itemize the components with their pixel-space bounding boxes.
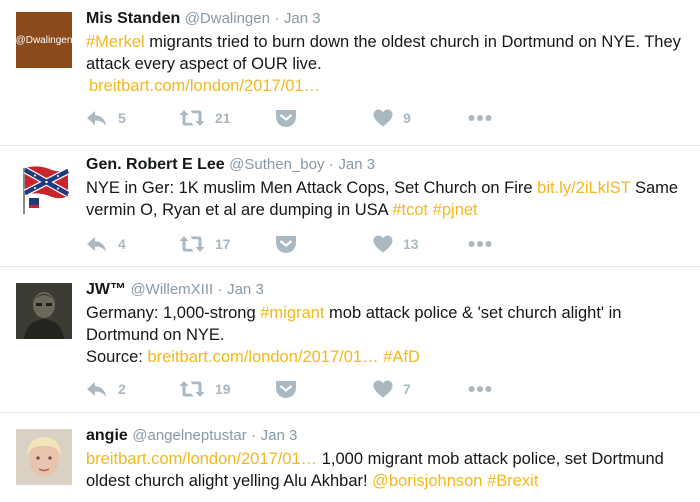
reply-count: 2 [118, 381, 126, 397]
tweet-header: angie @angelneptustar · Jan 3 [86, 425, 692, 447]
profile-photo-image [16, 283, 72, 339]
display-name[interactable]: JW™ [86, 281, 126, 298]
reply-icon [87, 237, 106, 252]
like-count: 13 [403, 236, 419, 252]
retweet-count: 19 [215, 381, 231, 397]
like-count: 7 [403, 381, 411, 397]
tweet-text: #Merkel migrants tried to burn down the … [86, 31, 692, 97]
reply-button[interactable]: 4 [86, 232, 126, 256]
user-handle[interactable]: @Suthen_boy [229, 156, 324, 173]
avatar[interactable] [16, 160, 72, 216]
avatar[interactable]: @Dwalingen [16, 12, 72, 68]
user-handle[interactable]: @angelneptustar [132, 427, 246, 444]
timestamp[interactable]: Jan 3 [338, 156, 375, 173]
tweet[interactable]: Gen. Robert E Lee @Suthen_boy · Jan 3 NY… [0, 146, 700, 267]
direct-message-icon [276, 381, 296, 398]
like-button[interactable]: 7 [373, 377, 411, 401]
display-name[interactable]: angie [86, 427, 128, 444]
like-button[interactable]: 9 [373, 106, 411, 130]
hashtag[interactable]: #AfD [383, 348, 420, 366]
reply-icon [87, 382, 106, 397]
like-count: 9 [403, 110, 411, 126]
display-name[interactable]: Mis Standen [86, 10, 180, 27]
retweet-icon [179, 381, 205, 397]
confederate-flag-image [23, 166, 70, 214]
retweet-icon [179, 236, 205, 252]
hashtag[interactable]: #Brexit [487, 472, 538, 490]
display-name[interactable]: Gen. Robert E Lee [86, 156, 225, 173]
mention[interactable]: @borisjohnson [372, 472, 482, 490]
avatar[interactable] [16, 283, 72, 339]
more-button[interactable] [468, 377, 492, 401]
dm-button[interactable] [274, 377, 298, 401]
direct-message-icon [276, 236, 296, 253]
avatar-text: @Dwalingen [16, 12, 72, 68]
tweet-actions: 2 19 7 [86, 377, 546, 401]
tweet[interactable]: angie @angelneptustar · Jan 3 breitbart.… [0, 413, 700, 502]
tweet-header: JW™ @WillemXIII · Jan 3 [86, 279, 692, 301]
reply-button[interactable]: 2 [86, 377, 126, 401]
tweet-text: NYE in Ger: 1K muslim Men Attack Cops, S… [86, 177, 692, 221]
more-icon [468, 241, 492, 247]
retweet-button[interactable]: 17 [179, 232, 231, 256]
text-segment: NYE in Ger: 1K muslim Men Attack Cops, S… [86, 179, 538, 197]
tweet-feed: @Dwalingen Mis Standen @Dwalingen · Jan … [0, 0, 700, 502]
separator-dot: · [217, 281, 223, 298]
more-icon [468, 115, 492, 121]
text-segment: Germany: 1,000-strong [86, 304, 261, 322]
profile-photo-image [16, 429, 72, 485]
hashtag[interactable]: #pjnet [433, 201, 478, 219]
heart-icon [373, 235, 393, 253]
reply-button[interactable]: 5 [86, 106, 126, 130]
user-handle[interactable]: @WillemXIII [130, 281, 213, 298]
tweet-actions: 5 21 9 [86, 106, 546, 130]
timestamp[interactable]: Jan 3 [284, 10, 321, 27]
tweet-link[interactable]: breitbart.com/london/2017/01… [147, 348, 378, 366]
retweet-icon [179, 110, 205, 126]
more-button[interactable] [468, 106, 492, 130]
reply-count: 5 [118, 110, 126, 126]
reply-count: 4 [118, 236, 126, 252]
retweet-count: 17 [215, 236, 231, 252]
timestamp[interactable]: Jan 3 [227, 281, 264, 298]
tweet[interactable]: @Dwalingen Mis Standen @Dwalingen · Jan … [0, 0, 700, 146]
dm-button[interactable] [274, 106, 298, 130]
more-button[interactable] [468, 232, 492, 256]
hashtag[interactable]: #tcot [392, 201, 428, 219]
user-handle[interactable]: @Dwalingen [185, 10, 270, 27]
tweet-link[interactable]: breitbart.com/london/2017/01… [89, 77, 320, 95]
heart-icon [373, 380, 393, 398]
tweet-link[interactable]: breitbart.com/london/2017/01… [86, 450, 317, 468]
separator-dot: · [328, 156, 334, 173]
tweet-text: Germany: 1,000-strong #migrant mob attac… [86, 302, 692, 368]
tweet-header: Mis Standen @Dwalingen · Jan 3 [86, 8, 692, 30]
text-segment: migrants tried to burn down the oldest c… [86, 33, 681, 73]
separator-dot: · [251, 427, 257, 444]
hashtag[interactable]: #migrant [260, 304, 324, 322]
tweet-link[interactable]: bit.ly/2iLklST [537, 179, 630, 197]
more-icon [468, 386, 492, 392]
tweet-header: Gen. Robert E Lee @Suthen_boy · Jan 3 [86, 154, 692, 176]
dm-button[interactable] [274, 232, 298, 256]
reply-icon [87, 111, 106, 126]
retweet-count: 21 [215, 110, 231, 126]
avatar[interactable] [16, 429, 72, 485]
tweet[interactable]: JW™ @WillemXIII · Jan 3 Germany: 1,000-s… [0, 267, 700, 413]
tweet-actions: 4 17 13 [86, 232, 546, 256]
like-button[interactable]: 13 [373, 232, 419, 256]
separator-dot: · [274, 10, 280, 27]
tweet-text: breitbart.com/london/2017/01… 1,000 migr… [86, 448, 692, 492]
hashtag[interactable]: #Merkel [86, 33, 145, 51]
direct-message-icon [276, 110, 296, 127]
retweet-button[interactable]: 19 [179, 377, 231, 401]
retweet-button[interactable]: 21 [179, 106, 231, 130]
text-segment: Source: [86, 348, 148, 366]
timestamp[interactable]: Jan 3 [261, 427, 298, 444]
heart-icon [373, 109, 393, 127]
